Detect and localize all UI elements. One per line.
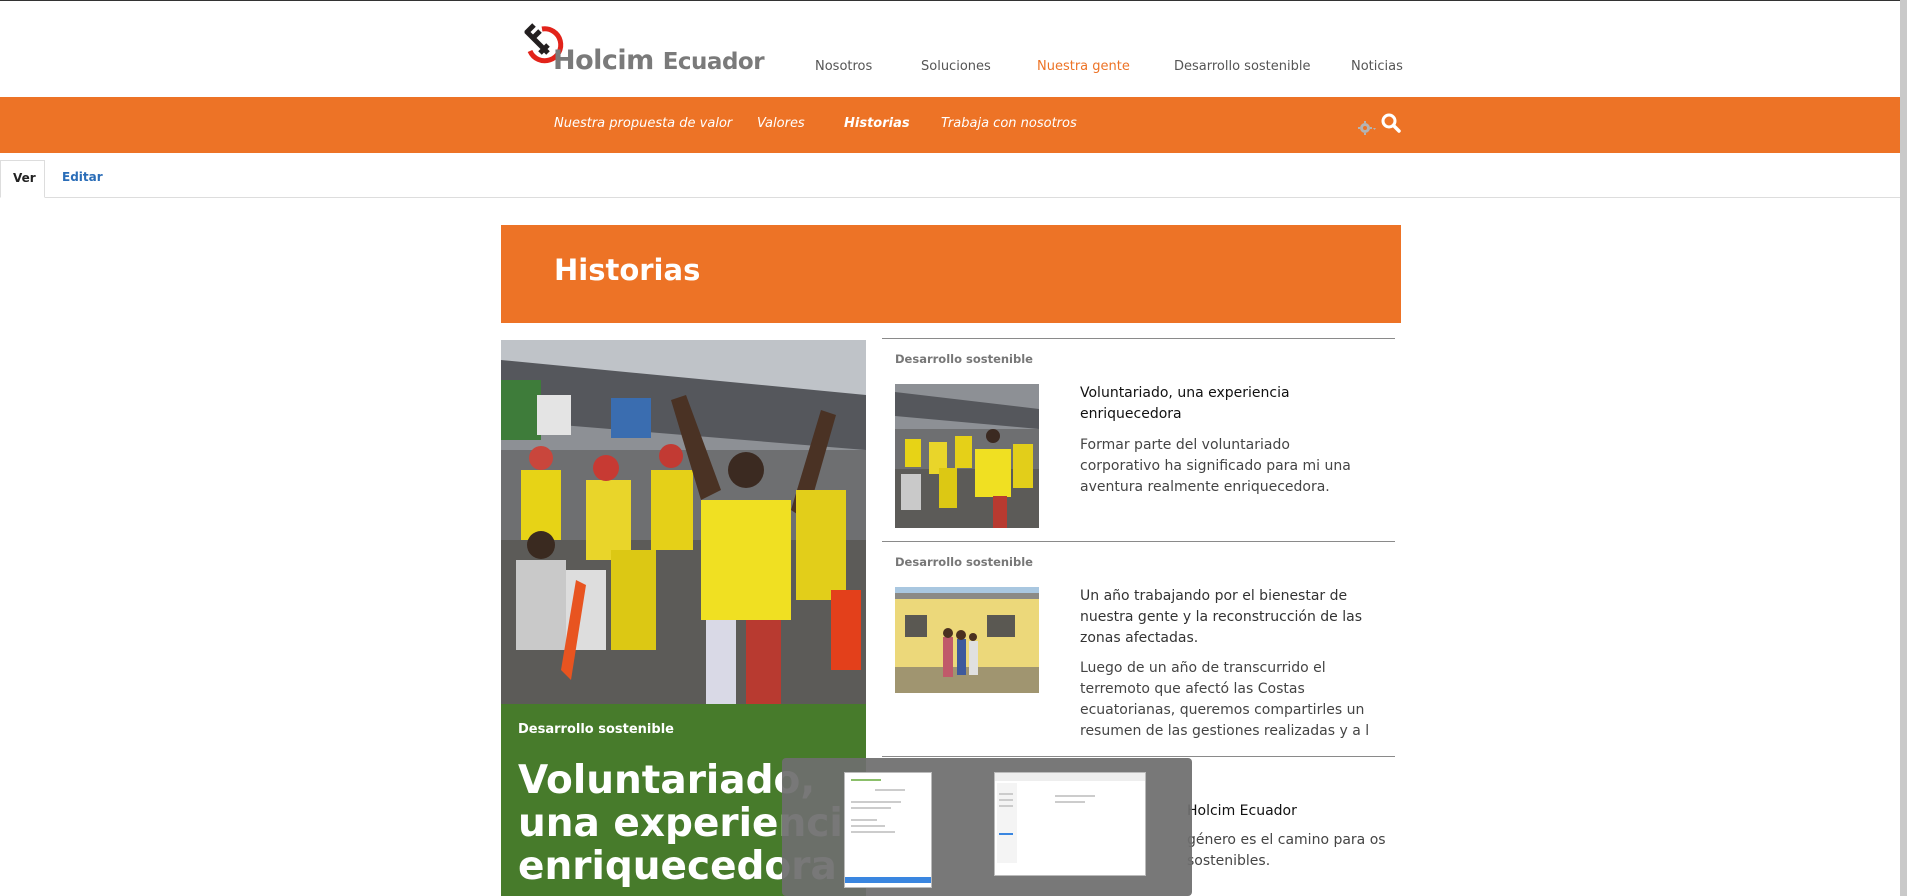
window-thumbnail[interactable]: [844, 772, 932, 888]
tab-view[interactable]: Ver: [0, 160, 45, 198]
site-header: Holcim Ecuador Nosotros Soluciones Nuest…: [0, 1, 1900, 97]
tab-edit[interactable]: Editar: [50, 160, 115, 198]
browser-scrollbar[interactable]: [1900, 0, 1907, 896]
window-thumbnail[interactable]: [994, 772, 1146, 876]
nav-soluciones[interactable]: Soluciones: [921, 59, 991, 74]
window-switcher-overlay[interactable]: [782, 758, 1192, 896]
story-category: Desarrollo sostenible: [895, 555, 1033, 569]
list-item: Desarrollo sostenible Voluntariado, una …: [882, 338, 1395, 542]
sub-nav: Nuestra propuesta de valor Valores Histo…: [0, 97, 1900, 153]
gear-icon[interactable]: [1356, 119, 1378, 137]
subnav-valores[interactable]: Valores: [757, 116, 805, 131]
featured-photo[interactable]: [501, 340, 866, 704]
story-thumbnail[interactable]: [895, 384, 1039, 528]
nav-nosotros[interactable]: Nosotros: [815, 59, 872, 74]
story-category: Desarrollo sostenible: [895, 352, 1033, 366]
search-icon[interactable]: [1380, 112, 1402, 134]
brand-main: Holcim: [553, 45, 654, 76]
nav-desarrollo-sostenible[interactable]: Desarrollo sostenible: [1174, 59, 1311, 74]
story-title[interactable]: Un año trabajando por el bienestar de nu…: [1080, 586, 1370, 649]
nav-nuestra-gente[interactable]: Nuestra gente: [1037, 59, 1130, 74]
list-item: Desarrollo sostenible Un año trabajando …: [882, 541, 1395, 757]
story-description: género es el camino para os sostenibles.: [1187, 832, 1386, 869]
story-description: Luego de un año de transcurrido el terre…: [1080, 660, 1370, 739]
subnav-trabaja-con-nosotros[interactable]: Trabaja con nosotros: [941, 116, 1077, 131]
page-title: Historias: [554, 253, 701, 287]
nav-noticias[interactable]: Noticias: [1351, 59, 1403, 74]
story-thumbnail[interactable]: [895, 587, 1039, 693]
story-description: Formar parte del voluntariado corporativ…: [1080, 437, 1351, 495]
brand-name[interactable]: Holcim Ecuador: [553, 45, 765, 76]
page-title-banner: Historias: [501, 225, 1401, 323]
brand-sub: Ecuador: [662, 49, 765, 75]
subnav-propuesta-de-valor[interactable]: Nuestra propuesta de valor: [554, 116, 732, 131]
story-title[interactable]: Voluntariado, una experiencia enriqueced…: [1080, 383, 1370, 425]
subnav-historias[interactable]: Historias: [844, 116, 910, 131]
featured-category: Desarrollo sostenible: [518, 722, 674, 737]
story-title[interactable]: Holcim Ecuador: [1187, 801, 1387, 822]
admin-tabs: Ver Editar: [0, 160, 1900, 198]
